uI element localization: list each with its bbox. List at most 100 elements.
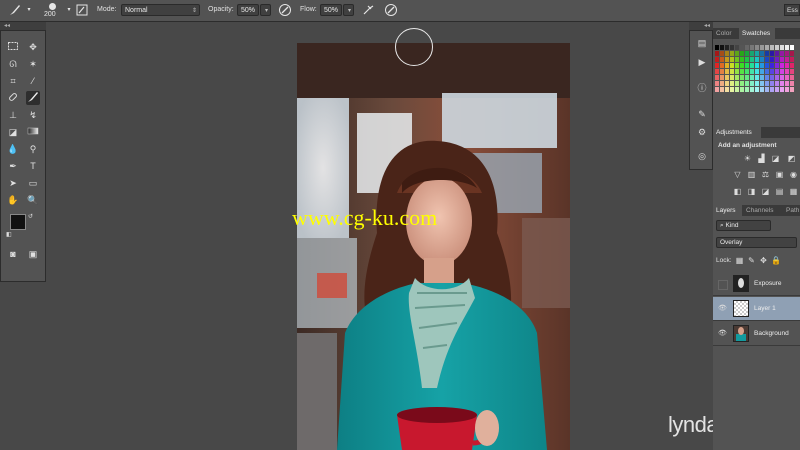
swatch-cell[interactable] [730,63,734,68]
swatch-cell[interactable] [790,75,794,80]
swatch-cell[interactable] [760,75,764,80]
tab-channels[interactable]: Channels [743,205,782,216]
swatch-cell[interactable] [760,63,764,68]
swatch-cell[interactable] [790,69,794,74]
gradient-tool-icon[interactable] [26,125,40,139]
swatch-cell[interactable] [725,87,729,92]
swatch-cell[interactable] [735,51,739,56]
path-selection-tool-icon[interactable]: ➤ [6,176,20,190]
brush-panel-icon[interactable] [75,3,89,17]
swatch-cell[interactable] [750,81,754,86]
swatch-cell[interactable] [760,87,764,92]
swatch-cell[interactable] [715,81,719,86]
tab-swatches[interactable]: Swatches [739,28,775,39]
screen-mode-icon[interactable]: ▣ [26,247,40,261]
vibrance-icon[interactable]: ▽ [733,170,742,179]
brush-tool-icon[interactable] [26,91,40,105]
swatch-cell[interactable] [755,81,759,86]
swatch-cell[interactable] [785,87,789,92]
swatch-cell[interactable] [770,69,774,74]
black-white-icon[interactable]: ▣ [775,170,784,179]
swatch-cell[interactable] [720,57,724,62]
brush-presets-icon[interactable]: ✎ [695,107,709,121]
tab-color[interactable]: Color [713,28,739,39]
chevron-down-icon[interactable]: ▾ [62,3,76,17]
swatch-cell[interactable] [735,87,739,92]
swatch-cell[interactable] [750,63,754,68]
properties-panel-icon[interactable]: ⚙ [695,125,709,139]
swatch-cell[interactable] [740,87,744,92]
swatch-cell[interactable] [785,51,789,56]
swatch-cell[interactable] [750,87,754,92]
swatch-cell[interactable] [750,57,754,62]
flow-slider-toggle[interactable]: ▾ [343,4,354,16]
swatch-cell[interactable] [775,75,779,80]
swatch-cell[interactable] [725,51,729,56]
swatch-cell[interactable] [785,69,789,74]
brush-preset-picker[interactable]: 200 [44,2,62,19]
swatch-cell[interactable] [725,57,729,62]
visibility-toggle-off[interactable] [718,280,728,290]
swatches-grid[interactable] [713,41,800,106]
swatch-cell[interactable] [730,57,734,62]
swatch-cell[interactable] [715,63,719,68]
swatch-cell[interactable] [760,81,764,86]
swatch-cell[interactable] [750,51,754,56]
move-tool-icon[interactable]: ✥ [26,40,40,54]
posterize-icon[interactable]: ◨ [747,187,756,196]
swatch-cell[interactable] [750,75,754,80]
history-brush-tool-icon[interactable]: ↯ [26,108,40,122]
swatch-cell[interactable] [765,69,769,74]
swatch-cell[interactable] [730,45,734,50]
swatch-cell[interactable] [725,75,729,80]
swatch-cell[interactable] [765,63,769,68]
swatch-cell[interactable] [780,45,784,50]
history-panel-icon[interactable]: ▤ [695,36,709,50]
swatch-cell[interactable] [730,87,734,92]
swatch-cell[interactable] [725,69,729,74]
foreground-color-swatch[interactable] [10,214,26,230]
pressure-opacity-icon[interactable] [278,3,292,17]
swatch-cell[interactable] [750,69,754,74]
swatch-cell[interactable] [745,57,749,62]
swap-colors-icon[interactable]: ↺ [28,213,33,220]
swatch-cell[interactable] [715,75,719,80]
swatch-cell[interactable] [775,87,779,92]
lock-transparent-icon[interactable]: ▦ [735,256,744,265]
swatch-cell[interactable] [725,81,729,86]
swatch-cell[interactable] [745,69,749,74]
swatch-cell[interactable] [730,75,734,80]
swatch-cell[interactable] [740,69,744,74]
swatch-cell[interactable] [720,87,724,92]
brush-icon[interactable] [8,3,22,17]
swatch-cell[interactable] [780,51,784,56]
swatch-cell[interactable] [770,75,774,80]
swatch-cell[interactable] [715,69,719,74]
lasso-tool-icon[interactable]: ᘏ [6,57,20,71]
swatch-cell[interactable] [775,69,779,74]
swatch-cell[interactable] [750,45,754,50]
layer-row-background[interactable]: 👁 Background [713,322,800,346]
lock-pixels-icon[interactable]: ✎ [747,256,756,265]
levels-icon[interactable]: ▟ [757,154,766,163]
swatch-cell[interactable] [770,87,774,92]
tab-layers[interactable]: Layers [713,205,742,216]
swatch-cell[interactable] [755,51,759,56]
color-balance-icon[interactable]: ⚖ [761,170,770,179]
swatch-cell[interactable] [755,63,759,68]
zoom-tool-icon[interactable]: 🔍 [26,193,40,207]
swatch-cell[interactable] [735,45,739,50]
threshold-icon[interactable]: ◪ [761,187,770,196]
pressure-size-icon[interactable] [384,3,398,17]
swatch-cell[interactable] [735,69,739,74]
layer-row-exposure[interactable]: Exposure [713,272,800,296]
swatch-cell[interactable] [720,75,724,80]
hand-tool-icon[interactable]: ✋ [6,193,20,207]
crop-tool-icon[interactable]: ⌗ [6,74,20,88]
gradient-map-icon[interactable]: ▤ [775,187,784,196]
swatch-cell[interactable] [735,81,739,86]
swatch-cell[interactable] [785,81,789,86]
opacity-slider-toggle[interactable]: ▾ [260,4,271,16]
swatch-cell[interactable] [770,45,774,50]
swatch-cell[interactable] [785,57,789,62]
